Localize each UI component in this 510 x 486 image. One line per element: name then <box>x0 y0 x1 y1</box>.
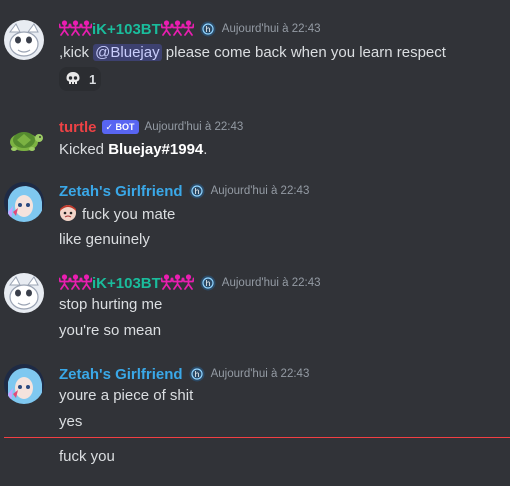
role-icon: h <box>189 366 205 382</box>
username[interactable]: iK+103BT <box>92 275 161 292</box>
stick-figure-icon <box>58 273 71 290</box>
timestamp: Aujourd'hui à 22:43 <box>210 368 310 380</box>
svg-text:h: h <box>194 370 199 379</box>
message-header: Zetah's Girlfriend h Aujourd'hui à 22:43 <box>59 363 309 385</box>
timestamp: Aujourd'hui à 22:43 <box>144 121 244 133</box>
timestamp: Aujourd'hui à 22:43 <box>210 185 310 197</box>
message-header: turtle ✓ BOT Aujourd'hui à 22:43 <box>59 116 243 138</box>
timestamp: Aujourd'hui à 22:43 <box>221 23 321 35</box>
stick-figure-icon <box>160 273 173 290</box>
svg-text:h: h <box>194 187 199 196</box>
message-text: fuck you <box>59 448 115 465</box>
stick-figure-icon <box>182 19 195 36</box>
message-text-part: please come back when you learn respect <box>161 44 446 61</box>
message-header: Zetah's Girlfriend h Aujourd'hui à 22:43 <box>59 180 309 202</box>
stick-figure-icon <box>171 19 184 36</box>
message-text-part: . <box>203 141 208 158</box>
message-text: like genuinely <box>59 231 150 248</box>
stick-figure-symbols-right <box>160 273 195 293</box>
avatar-zetahs-girlfriend[interactable] <box>4 182 44 222</box>
message-text-part: fuck you mate <box>82 206 176 223</box>
stick-figure-icon <box>160 19 173 36</box>
timestamp: Aujourd'hui à 22:43 <box>221 277 321 289</box>
message-text: ,kick @Bluejay please come back when you… <box>59 43 446 63</box>
avatar-ik103bt[interactable] <box>4 273 44 313</box>
stick-figure-symbols-left <box>58 19 93 39</box>
stick-figure-icon <box>80 273 93 290</box>
username[interactable]: iK+103BT <box>92 21 161 38</box>
custom-emoji-icon <box>59 204 77 222</box>
chat-log: iK+103BT h Aujourd'hui à 22:43 ,kick @Bl… <box>0 0 510 486</box>
role-icon: h <box>200 21 216 37</box>
avatar-turtle[interactable] <box>4 118 44 158</box>
reaction-count: 1 <box>89 71 97 87</box>
message-text-part: Kicked <box>59 141 109 158</box>
message-text: you're so mean <box>59 322 162 339</box>
message-header: iK+103BT h Aujourd'hui à 22:43 <box>58 18 321 40</box>
role-icon: h <box>189 183 205 199</box>
username[interactable]: Zetah's Girlfriend <box>59 366 183 383</box>
svg-text:h: h <box>205 279 210 288</box>
new-messages-divider <box>4 437 510 438</box>
message-text: Kicked Bluejay#1994. <box>59 140 207 160</box>
message-text: fuck you mate <box>59 204 175 225</box>
svg-text:h: h <box>205 25 210 34</box>
avatar-ik103bt[interactable] <box>4 20 44 60</box>
kicked-user: Bluejay#1994 <box>108 141 204 158</box>
message-text: youre a piece of shit <box>59 387 194 404</box>
stick-figure-symbols-right <box>160 19 195 39</box>
bot-badge: ✓ BOT <box>101 120 139 134</box>
avatar-zetahs-girlfriend[interactable] <box>4 364 44 404</box>
stick-figure-icon <box>69 19 82 36</box>
stick-figure-icon <box>182 273 195 290</box>
stick-figure-icon <box>171 273 184 290</box>
message-text-part: ,kick <box>59 44 94 61</box>
stick-figure-icon <box>69 273 82 290</box>
reaction-button[interactable]: 1 <box>59 67 101 91</box>
message-header: iK+103BT h Aujourd'hui à 22:43 <box>58 272 321 294</box>
stick-figure-icon <box>58 19 71 36</box>
role-icon: h <box>200 275 216 291</box>
message-text: stop hurting me <box>59 296 163 313</box>
user-mention[interactable]: @Bluejay <box>93 44 162 61</box>
skull-icon <box>65 71 81 87</box>
stick-figure-icon <box>80 19 93 36</box>
username[interactable]: Zetah's Girlfriend <box>59 183 183 200</box>
username[interactable]: turtle <box>59 119 97 136</box>
stick-figure-symbols-left <box>58 273 93 293</box>
message-text: yes <box>59 413 83 430</box>
